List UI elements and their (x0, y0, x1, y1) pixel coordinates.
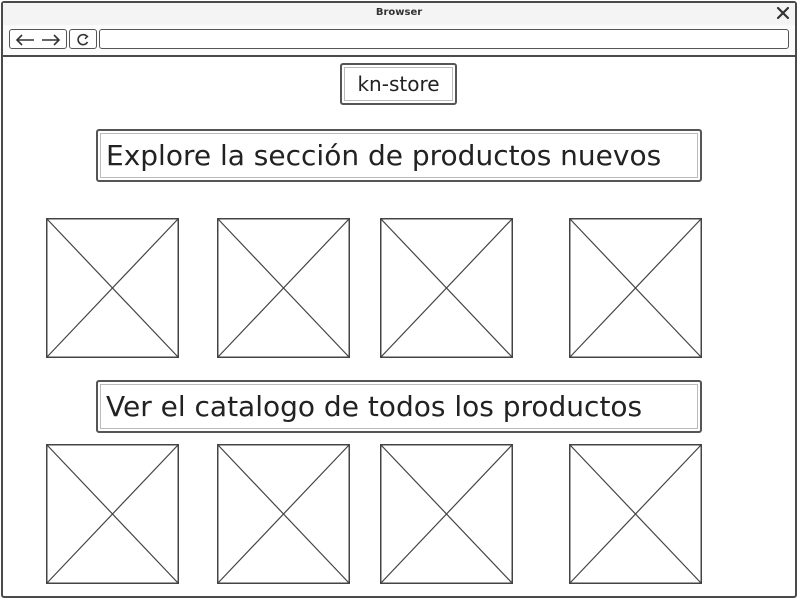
product-image-placeholder (217, 218, 350, 358)
product-image-placeholder (380, 218, 513, 358)
browser-toolbar (3, 25, 795, 57)
product-image-placeholder (569, 444, 702, 584)
arrow-left-icon[interactable] (14, 32, 36, 46)
product-image-placeholder (569, 218, 702, 358)
product-image-placeholder (46, 218, 179, 358)
product-image-placeholder (217, 444, 350, 584)
reload-icon (76, 32, 90, 46)
store-title: kn-store (340, 63, 457, 105)
reload-button[interactable] (69, 29, 97, 49)
title-bar: Browser (3, 3, 795, 26)
close-icon[interactable] (775, 5, 791, 21)
product-image-placeholder (46, 444, 179, 584)
all-products-catalog-button[interactable]: Ver el catalogo de todos los productos (96, 380, 702, 433)
product-image-placeholder (380, 444, 513, 584)
address-bar[interactable] (99, 29, 789, 49)
arrow-right-icon[interactable] (40, 32, 62, 46)
window-title: Browser (375, 7, 423, 18)
new-products-section-button[interactable]: Explore la sección de productos nuevos (96, 129, 702, 182)
back-forward-buttons (9, 29, 67, 49)
